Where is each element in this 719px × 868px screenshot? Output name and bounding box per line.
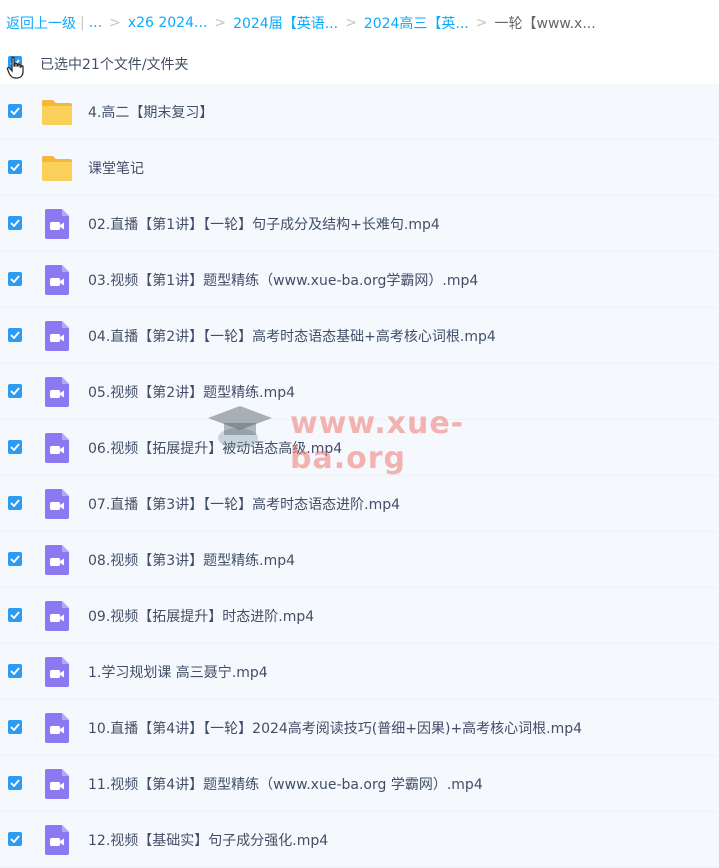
file-row[interactable]: 1.学习规划课 高三聂宁.mp4 [0, 644, 719, 700]
file-checkbox[interactable] [8, 720, 22, 734]
file-row[interactable]: 05.视频【第2讲】题型精练.mp4 [0, 364, 719, 420]
selection-bar: 已选中21个文件/文件夹 [0, 48, 719, 79]
breadcrumb-ellipsis[interactable]: ... [89, 15, 102, 31]
file-checkbox[interactable] [8, 216, 22, 230]
file-name[interactable]: 09.视频【拓展提升】时态进阶.mp4 [88, 606, 314, 626]
file-name[interactable]: 11.视频【第4讲】题型精练（www.xue-ba.org 学霸网）.mp4 [88, 774, 483, 794]
file-checkbox[interactable] [8, 832, 22, 846]
file-name[interactable]: 4.高二【期末复习】 [88, 102, 213, 122]
video-file-icon [41, 432, 73, 464]
file-name[interactable]: 1.学习规划课 高三聂宁.mp4 [88, 662, 268, 682]
file-checkbox[interactable] [8, 664, 22, 678]
video-file-icon [41, 264, 73, 296]
file-row[interactable]: 课堂笔记 [0, 140, 719, 196]
video-file-icon [41, 544, 73, 576]
file-row[interactable]: 03.视频【第1讲】题型精练（www.xue-ba.org学霸网）.mp4 [0, 252, 719, 308]
file-name[interactable]: 02.直播【第1讲】【一轮】句子成分及结构+长难句.mp4 [88, 214, 440, 234]
file-checkbox[interactable] [8, 160, 22, 174]
breadcrumb-item[interactable]: 2024届【英语... [233, 13, 338, 33]
file-row[interactable]: 07.直播【第3讲】【一轮】高考时态语态进阶.mp4 [0, 476, 719, 532]
video-file-icon [41, 488, 73, 520]
file-checkbox[interactable] [8, 608, 22, 622]
file-name[interactable]: 课堂笔记 [88, 158, 144, 178]
file-name[interactable]: 03.视频【第1讲】题型精练（www.xue-ba.org学霸网）.mp4 [88, 270, 478, 290]
chevron-right-icon: > [109, 15, 121, 31]
breadcrumb-divider: | [80, 15, 85, 31]
file-name[interactable]: 07.直播【第3讲】【一轮】高考时态语态进阶.mp4 [88, 494, 400, 514]
video-file-icon [41, 712, 73, 744]
breadcrumb-item[interactable]: 2024高三【英... [364, 13, 469, 33]
hand-cursor-icon [6, 56, 24, 79]
file-checkbox[interactable] [8, 552, 22, 566]
file-list: 4.高二【期末复习】 课堂笔记 02.直播【第1讲】【一轮】句子成分及结构+长难句.… [0, 84, 719, 868]
file-checkbox[interactable] [8, 104, 22, 118]
file-row[interactable]: 06.视频【拓展提升】被动语态高级.mp4 [0, 420, 719, 476]
video-file-icon [41, 320, 73, 352]
file-name[interactable]: 12.视频【基础实】句子成分强化.mp4 [88, 830, 328, 850]
file-checkbox[interactable] [8, 328, 22, 342]
file-row[interactable]: 02.直播【第1讲】【一轮】句子成分及结构+长难句.mp4 [0, 196, 719, 252]
file-row[interactable]: 04.直播【第2讲】【一轮】高考时态语态基础+高考核心词根.mp4 [0, 308, 719, 364]
file-checkbox[interactable] [8, 440, 22, 454]
folder-icon [41, 96, 73, 128]
file-checkbox[interactable] [8, 384, 22, 398]
file-row[interactable]: 4.高二【期末复习】 [0, 84, 719, 140]
breadcrumb: 返回上一级 | ... > x26 2024... > 2024届【英语... … [6, 12, 596, 34]
file-checkbox[interactable] [8, 776, 22, 790]
file-row[interactable]: 10.直播【第4讲】【一轮】2024高考阅读技巧(普细+因果)+高考核心词根.m… [0, 700, 719, 756]
video-file-icon [41, 768, 73, 800]
chevron-right-icon: > [214, 15, 227, 31]
video-file-icon [41, 208, 73, 240]
breadcrumb-item[interactable]: x26 2024... [128, 15, 208, 31]
video-file-icon [41, 824, 73, 856]
video-file-icon [41, 376, 73, 408]
file-row[interactable]: 09.视频【拓展提升】时态进阶.mp4 [0, 588, 719, 644]
chevron-right-icon: > [475, 15, 488, 31]
selection-count: 已选中21个文件/文件夹 [40, 57, 189, 73]
folder-icon [41, 152, 73, 184]
file-name[interactable]: 05.视频【第2讲】题型精练.mp4 [88, 382, 295, 402]
breadcrumb-current: 一轮【www.x... [494, 16, 596, 32]
file-checkbox[interactable] [8, 496, 22, 510]
video-file-icon [41, 656, 73, 688]
back-link[interactable]: 返回上一级 [6, 13, 76, 33]
video-file-icon [41, 600, 73, 632]
file-name[interactable]: 04.直播【第2讲】【一轮】高考时态语态基础+高考核心词根.mp4 [88, 326, 496, 346]
file-name[interactable]: 08.视频【第3讲】题型精练.mp4 [88, 550, 295, 570]
file-name[interactable]: 10.直播【第4讲】【一轮】2024高考阅读技巧(普细+因果)+高考核心词根.m… [88, 718, 582, 738]
file-row[interactable]: 08.视频【第3讲】题型精练.mp4 [0, 532, 719, 588]
file-checkbox[interactable] [8, 272, 22, 286]
file-row[interactable]: 11.视频【第4讲】题型精练（www.xue-ba.org 学霸网）.mp4 [0, 756, 719, 812]
chevron-right-icon: > [345, 15, 357, 31]
file-name[interactable]: 06.视频【拓展提升】被动语态高级.mp4 [88, 438, 342, 458]
